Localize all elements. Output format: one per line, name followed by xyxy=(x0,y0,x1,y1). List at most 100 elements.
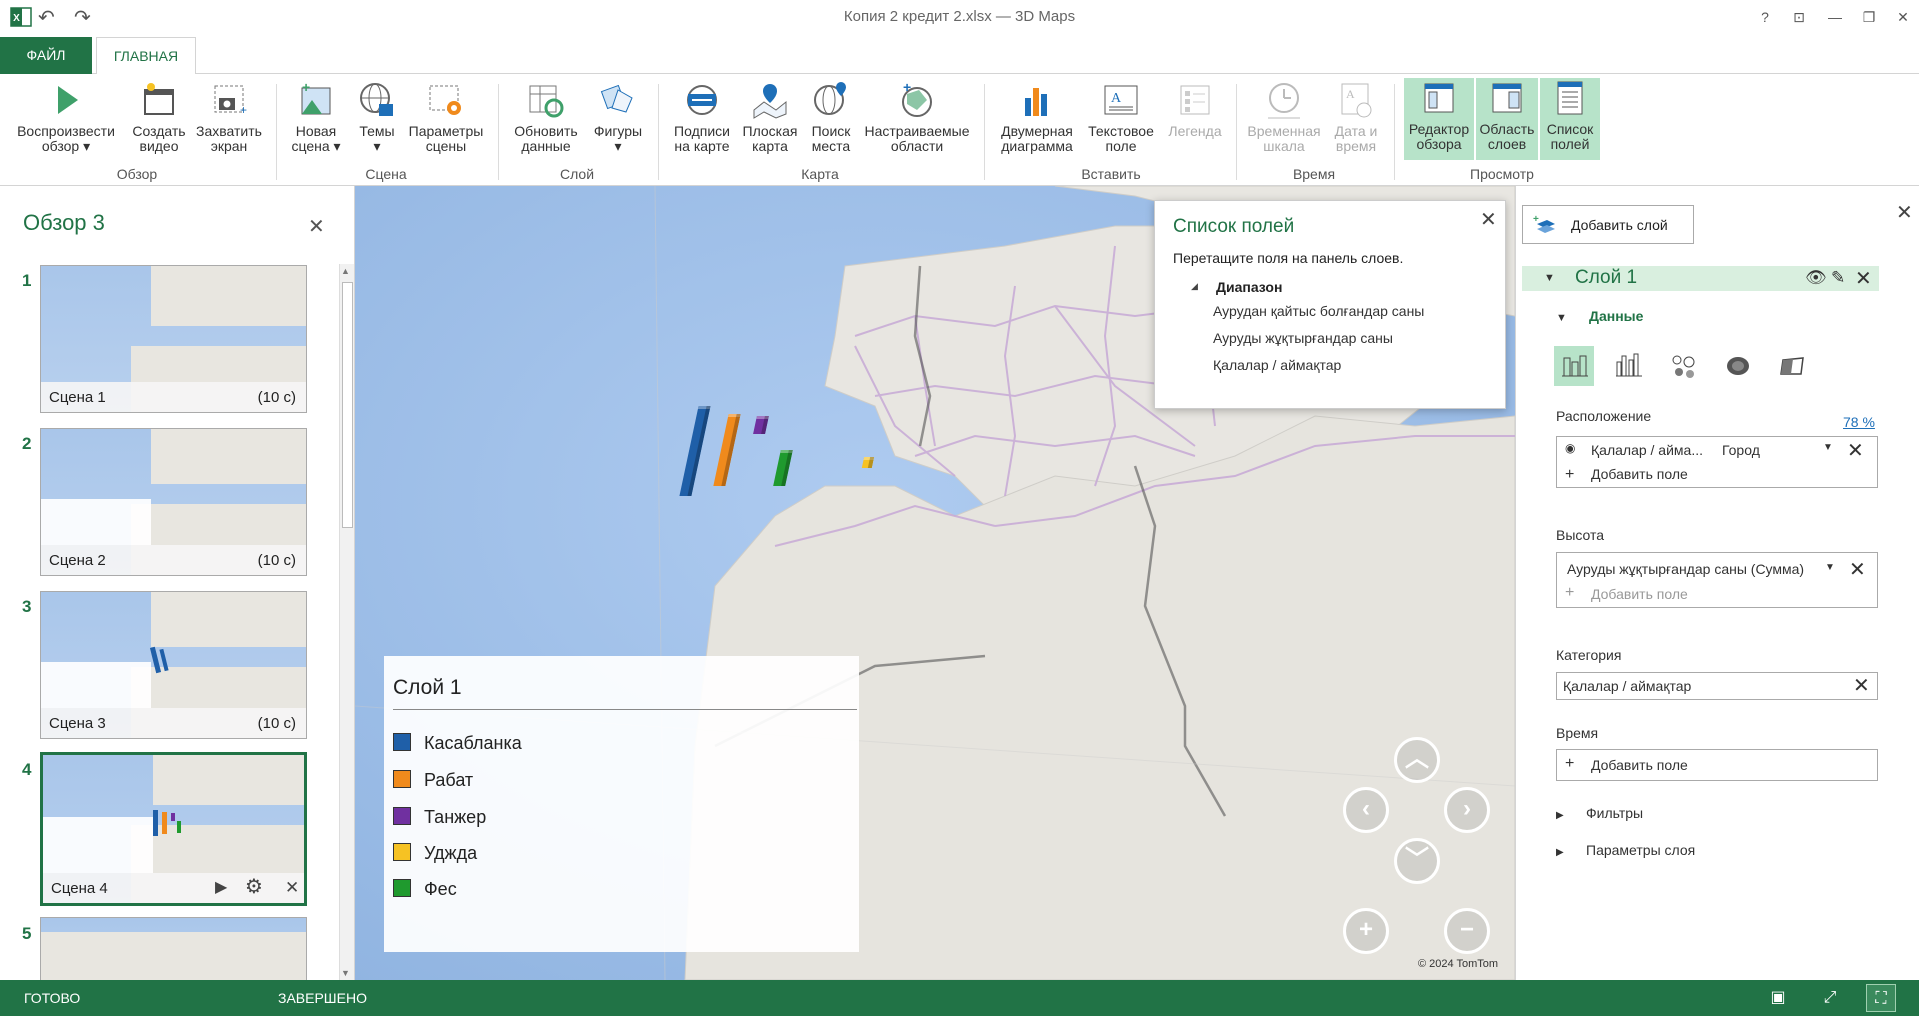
legend-button[interactable]: Легенда xyxy=(1162,80,1228,162)
add-layer-button[interactable]: + Добавить слой xyxy=(1522,205,1694,244)
category-field: Қалалар / аймақтар xyxy=(1563,678,1692,694)
scene-name: Сцена 4 xyxy=(51,880,108,897)
field-item[interactable]: Аурудан қайтыс болғандар саны xyxy=(1213,303,1424,319)
new-scene-label: Новая сцена xyxy=(291,123,337,154)
help-button[interactable]: ? xyxy=(1752,6,1778,28)
plus-icon[interactable]: + xyxy=(1565,755,1574,773)
flat-map-button[interactable]: Плоская карта xyxy=(740,80,800,162)
layer-options-section[interactable]: ▶ Параметры слоя xyxy=(1556,842,1695,858)
tour-scrollbar[interactable]: ▲ ▼ xyxy=(339,264,354,980)
add-field-link[interactable]: Добавить поле xyxy=(1591,586,1688,602)
tab-file[interactable]: ФАЙЛ xyxy=(0,37,92,74)
collapse-caret-icon[interactable]: ▼ xyxy=(1544,272,1555,284)
themes-button[interactable]: Темы ▾ xyxy=(350,80,404,162)
close-layer-pane-icon[interactable]: ✕ xyxy=(1896,200,1913,225)
scene-thumbnail-3[interactable]: Сцена 3 (10 с) xyxy=(40,591,307,739)
map-labels-button[interactable]: Подписи на карте xyxy=(668,80,736,162)
chevron-left-icon: ‹ xyxy=(1362,795,1370,822)
eye-icon[interactable]: 👁 xyxy=(1805,268,1827,288)
dropdown-arrow-icon[interactable]: ▼ xyxy=(1825,562,1835,573)
tilt-down-button[interactable]: ﹀ xyxy=(1394,838,1440,884)
layer-pane-button[interactable]: Область слоев xyxy=(1476,78,1538,160)
field-list-button[interactable]: Список полей xyxy=(1540,78,1600,160)
clustered-column-icon xyxy=(1616,353,1642,377)
scene-thumbnail-5[interactable] xyxy=(40,917,307,981)
create-video-button[interactable]: Создать видео xyxy=(126,80,192,162)
text-box-label: Текстовое поле xyxy=(1088,123,1154,154)
capture-screen-button[interactable]: + Захватить экран xyxy=(194,80,264,162)
map-legend[interactable]: Слой 1 Касабланка Рабат Танжер Уджда Фес xyxy=(384,656,859,952)
scroll-up-icon[interactable]: ▲ xyxy=(341,266,350,276)
timeline-button[interactable]: Временная шкала xyxy=(1244,80,1324,162)
date-time-button[interactable]: A Дата и время xyxy=(1328,80,1384,162)
scrollbar-thumb[interactable] xyxy=(342,282,353,528)
fullscreen-icon[interactable]: ⛶ xyxy=(1866,984,1896,1012)
plus-icon[interactable]: + xyxy=(1565,466,1574,484)
zoom-in-button[interactable]: + xyxy=(1343,908,1389,954)
bubble-button[interactable] xyxy=(1663,346,1703,386)
delete-scene-icon[interactable]: ✕ xyxy=(285,878,299,898)
shapes-button[interactable]: Фигуры ▾ xyxy=(590,80,646,162)
scene-map-land xyxy=(153,755,304,805)
field-item[interactable]: Қалалар / аймақтар xyxy=(1213,357,1341,373)
heat-map-icon xyxy=(1727,357,1749,375)
scroll-down-icon[interactable]: ▼ xyxy=(341,968,350,978)
minimize-button[interactable]: — xyxy=(1822,6,1848,28)
pencil-icon[interactable]: ✎ xyxy=(1831,268,1845,288)
stacked-column-button[interactable] xyxy=(1554,346,1594,386)
remove-field-icon[interactable]: ✕ xyxy=(1847,438,1864,463)
play-tour-button[interactable]: Воспроизвести обзор ▾ xyxy=(10,80,122,162)
filters-section[interactable]: ▶ Фильтры xyxy=(1556,805,1643,821)
layer-header[interactable]: ▼ Слой 1 👁 ✎ ✕ xyxy=(1522,266,1879,291)
tilt-up-button[interactable]: ︿ xyxy=(1394,737,1440,783)
new-scene-button[interactable]: + Новая сцена ▾ xyxy=(286,80,346,162)
status-ready: ГОТОВО xyxy=(24,990,81,1006)
add-field-link[interactable]: Добавить поле xyxy=(1591,466,1688,482)
zoom-out-button[interactable]: − xyxy=(1444,908,1490,954)
height-well[interactable]: Ауруды жұқтырғандар саны (Сумма) ▼ ✕ + Д… xyxy=(1556,552,1878,608)
close-tour-panel-icon[interactable]: ✕ xyxy=(308,214,325,239)
location-match-percent[interactable]: 78 % xyxy=(1843,414,1875,430)
scene-thumbnail-2[interactable]: Сцена 2 (10 с) xyxy=(40,428,307,576)
add-field-link[interactable]: Добавить поле xyxy=(1591,757,1688,773)
remove-field-icon[interactable]: ✕ xyxy=(1853,673,1870,698)
screenshot-icon[interactable]: ▣ xyxy=(1763,984,1793,1012)
plus-icon[interactable]: + xyxy=(1565,584,1574,602)
fit-view-icon[interactable]: ⤢ xyxy=(1815,984,1845,1012)
find-location-button[interactable]: Поиск места xyxy=(804,80,858,162)
scene-options-button[interactable]: Параметры сцены xyxy=(406,80,486,162)
scene-thumbnail-1[interactable]: Сцена 1 (10 с) xyxy=(40,265,307,413)
dropdown-arrow-icon[interactable]: ▼ xyxy=(1823,442,1833,453)
clustered-column-button[interactable] xyxy=(1608,346,1648,386)
collapse-caret-icon[interactable]: ◢ xyxy=(1191,281,1198,292)
rotate-right-button[interactable]: › xyxy=(1444,787,1490,833)
refresh-data-button[interactable]: Обновить данные xyxy=(508,80,584,162)
remove-field-icon[interactable]: ✕ xyxy=(1849,557,1866,582)
tour-editor-button[interactable]: Редактор обзора xyxy=(1404,78,1474,160)
scene-settings-icon[interactable]: ⚙ xyxy=(245,874,263,899)
custom-regions-button[interactable]: + Настраиваемые области xyxy=(862,80,972,162)
play-scene-icon[interactable]: ▶ xyxy=(215,877,227,897)
field-item[interactable]: Ауруды жұқтырғандар саны xyxy=(1213,330,1393,346)
scene-thumbnail-4[interactable]: Сцена 4 ▶ ⚙ ✕ xyxy=(40,752,307,906)
rotate-left-button[interactable]: ‹ xyxy=(1343,787,1389,833)
time-well[interactable]: + Добавить поле xyxy=(1556,749,1878,781)
heat-map-button[interactable] xyxy=(1718,346,1758,386)
new-scene-icon: + xyxy=(301,80,331,115)
tab-home[interactable]: ГЛАВНАЯ xyxy=(96,37,196,75)
maximize-button[interactable]: ❐ xyxy=(1856,6,1882,28)
close-field-list-icon[interactable]: ✕ xyxy=(1480,207,1497,232)
close-window-button[interactable]: ✕ xyxy=(1890,6,1916,28)
delete-layer-icon[interactable]: ✕ xyxy=(1855,266,1872,291)
text-box-button[interactable]: A Текстовое поле xyxy=(1084,80,1158,162)
svg-text:+: + xyxy=(1533,214,1539,225)
ribbon-display-options-button[interactable]: ⊡ xyxy=(1786,6,1812,28)
collapse-caret-icon[interactable]: ▼ xyxy=(1556,312,1567,324)
location-well[interactable]: ◉ Қалалар / айма... Город ▼ ✕ + Добавить… xyxy=(1556,436,1878,488)
chart-2d-button[interactable]: Двумерная диаграмма xyxy=(994,80,1080,162)
clock-icon xyxy=(1268,83,1300,119)
region-button[interactable] xyxy=(1773,346,1813,386)
radio-icon[interactable]: ◉ xyxy=(1565,441,1575,455)
category-well[interactable]: Қалалар / аймақтар ✕ xyxy=(1556,672,1878,700)
location-type[interactable]: Город xyxy=(1722,442,1760,458)
